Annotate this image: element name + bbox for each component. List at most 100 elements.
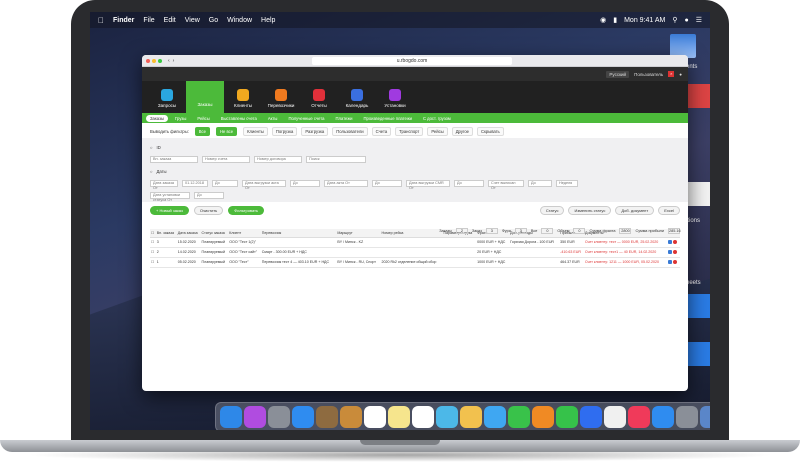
photos-preview-icon[interactable]	[316, 406, 338, 428]
numbers-icon[interactable]	[556, 406, 578, 428]
radio-icon[interactable]: ○	[150, 169, 153, 174]
column-header[interactable]: Вн. заказа	[155, 229, 177, 238]
add-document-button[interactable]: Доб. документ	[615, 206, 655, 215]
keynote-icon[interactable]	[580, 406, 602, 428]
nav-item[interactable]: Календарь	[338, 83, 376, 113]
date-to-field[interactable]: До	[372, 179, 402, 187]
column-header[interactable]: Номер рейса	[380, 229, 443, 238]
apple-icon[interactable]: 	[98, 16, 104, 25]
date-to-field[interactable]: До	[194, 191, 224, 199]
menu-app-name[interactable]: Finder	[113, 17, 134, 24]
launchpad-icon[interactable]	[268, 406, 290, 428]
table-row[interactable]: ☐ 2 14.02.2020 Планируемый ООО "Тест сайт" См…	[150, 247, 680, 258]
desktop-document-icon[interactable]	[686, 342, 710, 366]
notes-book-icon[interactable]	[340, 406, 362, 428]
news-icon[interactable]	[604, 406, 626, 428]
pages-icon[interactable]	[532, 406, 554, 428]
order-number-field[interactable]: Вн. заказа	[150, 155, 198, 163]
invoice-number-field[interactable]: Номер счета	[202, 155, 250, 163]
menu-help[interactable]: Help	[261, 17, 275, 24]
language-select[interactable]: Русский	[606, 70, 630, 78]
wifi-icon[interactable]: ◉	[600, 16, 606, 24]
new-order-button[interactable]: + Новый заказ	[150, 206, 189, 215]
filter-none-toggle[interactable]: Не все	[215, 126, 238, 136]
date-to-field[interactable]: До	[212, 179, 238, 187]
contract-number-field[interactable]: Номер договора	[254, 155, 302, 163]
subnav-tab[interactable]: Грузы	[171, 115, 190, 122]
delete-icon[interactable]	[672, 260, 677, 264]
week-field[interactable]: Неделя	[556, 179, 578, 187]
logout-icon[interactable]: ×	[668, 71, 675, 77]
filter-chip[interactable]: Погрузка	[271, 126, 298, 136]
nav-item[interactable]: Клиенты	[224, 83, 262, 113]
nav-item[interactable]: Заказы	[186, 81, 224, 113]
desktop-document-icon[interactable]	[686, 182, 710, 206]
subnav-tab[interactable]: Выставлены счета	[217, 115, 261, 122]
close-icon[interactable]	[146, 58, 150, 63]
subnav-tab[interactable]: Заказы	[146, 114, 168, 122]
appstore-icon[interactable]	[652, 406, 674, 428]
subnav-tab[interactable]: Рейсы	[193, 115, 213, 122]
music-icon[interactable]	[628, 406, 650, 428]
filter-chip[interactable]: Транспорт	[395, 126, 424, 136]
filter-chip[interactable]: Разгрузка	[301, 126, 329, 136]
delete-icon[interactable]	[672, 240, 677, 244]
change-status-button[interactable]: Изменить статус	[568, 206, 612, 215]
filter-chip[interactable]: Скрывать	[477, 126, 504, 136]
column-header[interactable]: Статус заказа	[200, 229, 229, 238]
act-date-from[interactable]: Дата акта От	[324, 179, 368, 187]
settings-icon[interactable]	[676, 406, 698, 428]
finder-icon[interactable]	[220, 406, 242, 428]
cmr-date-from[interactable]: Дата выгрузки CMR От	[406, 179, 450, 190]
subnav-tab[interactable]: С дост. грузом	[419, 115, 455, 122]
column-header[interactable]: Маршрут	[336, 229, 381, 238]
filter-all-toggle[interactable]: Все	[194, 126, 210, 136]
subnav-tab[interactable]: Произведенные платежи	[359, 115, 415, 122]
table-row[interactable]: ☐ 1 05.02.2020 Планируемый ООО "Тест" Перевоз…	[150, 257, 680, 268]
minimize-icon[interactable]	[152, 58, 156, 63]
menu-go[interactable]: Go	[209, 17, 218, 24]
column-header[interactable]: Клиент	[228, 229, 261, 238]
messages-icon[interactable]	[484, 406, 506, 428]
filter-chip[interactable]: Клиенты	[243, 126, 268, 136]
subnav-tab[interactable]: Акты	[264, 115, 282, 122]
search-icon[interactable]: ⚲	[672, 16, 677, 24]
filter-chip[interactable]: Пользователи	[332, 126, 368, 136]
table-row[interactable]: ☐ 3 15.02.2020 Планируемый ООО "Тест 1(2)" BY…	[150, 237, 680, 248]
subnav-tab[interactable]: Полученные счета	[284, 115, 328, 122]
nav-item[interactable]: Установки	[376, 83, 414, 113]
control-center-icon[interactable]: ☰	[696, 16, 702, 24]
nav-item[interactable]: Запросы	[148, 83, 186, 113]
menu-window[interactable]: Window	[227, 17, 252, 24]
radio-icon[interactable]: ○	[150, 145, 153, 150]
desktop-document-icon[interactable]	[686, 84, 710, 108]
search-field[interactable]: Поиск	[306, 155, 366, 163]
back-icon[interactable]: ‹	[168, 58, 170, 64]
filter-chip[interactable]: Счета	[371, 126, 392, 136]
edit-icon[interactable]	[667, 250, 672, 254]
menu-view[interactable]: View	[185, 17, 200, 24]
facetime-icon[interactable]	[508, 406, 530, 428]
nav-item[interactable]: Перевозчики	[262, 83, 300, 113]
export-button[interactable]: Excel	[658, 206, 680, 215]
downloads-icon[interactable]	[700, 406, 710, 428]
siri-icon[interactable]: ●	[684, 17, 688, 24]
invoice-date-from[interactable]: Счет выписан От	[488, 179, 524, 190]
date-to-field[interactable]: До	[290, 179, 320, 187]
filter-button[interactable]: Фильтровать	[228, 206, 265, 215]
nav-item[interactable]: Отчеты	[300, 83, 338, 113]
clear-button[interactable]: Очистить	[193, 206, 224, 215]
photos-icon[interactable]	[460, 406, 482, 428]
order-date-from[interactable]: Дата заказа От	[150, 179, 178, 190]
reminders-icon[interactable]	[412, 406, 434, 428]
status-select[interactable]: Статус	[539, 206, 565, 215]
maps-icon[interactable]	[436, 406, 458, 428]
status-date-from[interactable]: Дата установки статуса От	[150, 191, 190, 202]
delete-icon[interactable]	[672, 250, 677, 254]
date-to-field[interactable]: До	[528, 179, 552, 187]
profile-icon[interactable]: ●	[679, 72, 682, 77]
maximize-icon[interactable]	[158, 58, 162, 63]
menu-edit[interactable]: Edit	[164, 17, 176, 24]
filter-chip[interactable]: Другое	[451, 126, 474, 136]
column-header[interactable]: Перевозчик	[260, 229, 337, 238]
